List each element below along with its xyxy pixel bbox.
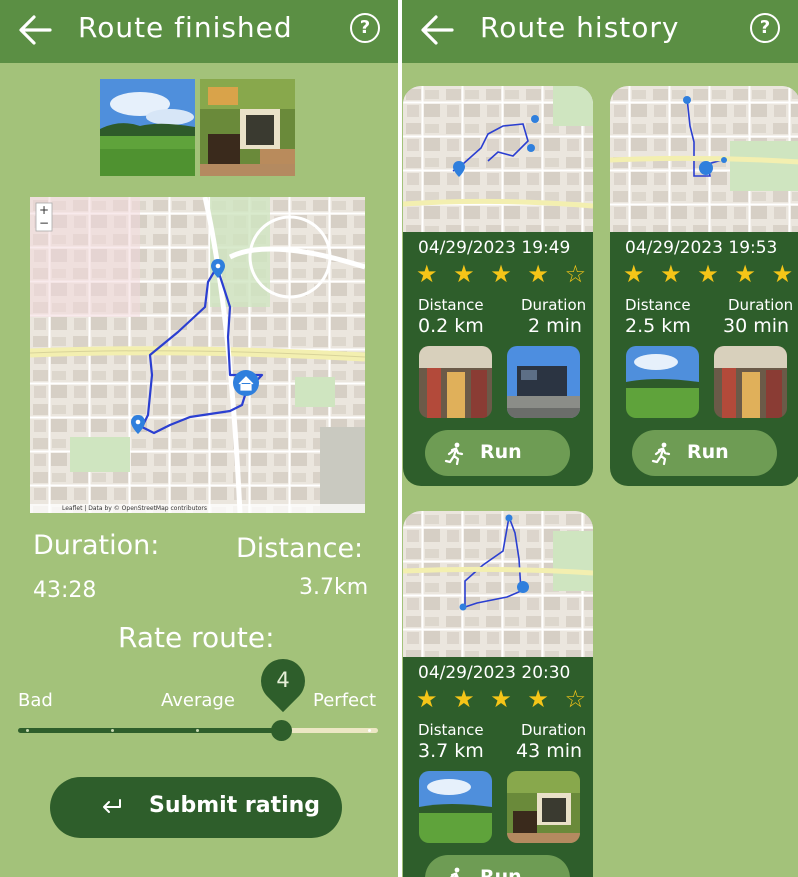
slider-track-active [18,728,282,733]
route-photo-thumbnail[interactable] [507,346,580,418]
slider-tick [196,729,199,732]
rate-route-heading: Rate route: [118,621,275,654]
map-pin-icon [459,603,467,611]
duration-value: 43 min [516,740,583,762]
scale-label-perfect: Perfect [313,690,377,711]
route-date: 04/29/2023 19:53 [625,238,778,258]
distance-value: 3.7km [299,575,369,600]
running-person-icon [449,867,460,877]
distance-value: 2.5 km [625,315,691,337]
duration-label: Duration [521,296,587,314]
slider-thumb[interactable] [271,720,292,741]
duration-value: 43:28 [33,578,97,603]
distance-label: Distance [418,721,484,739]
duration-label: Duration [728,296,794,314]
run-label: Run [687,441,729,463]
duration-label: Duration: [33,530,160,561]
distance-label: Distance [418,296,484,314]
app-bar: Route finished ? [0,0,398,63]
help-icon[interactable]: ? [350,13,380,43]
svg-text:−: − [39,216,49,230]
duration-value: 30 min [723,315,790,337]
route-photo-thumbnail[interactable] [419,346,492,418]
run-label: Run [480,866,522,877]
submit-rating-label: Submit rating [149,793,321,818]
distance-value: 0.2 km [418,315,484,337]
star-rating: ★ ★ ★ ★ ☆ [416,685,591,713]
duration-value: 2 min [528,315,582,337]
back-arrow-icon[interactable] [418,12,458,48]
distance-label: Distance: [236,533,364,564]
home-marker-icon [517,581,529,593]
route-card-map[interactable] [403,511,593,657]
enter-arrow-icon [103,799,121,813]
route-card-map[interactable] [610,86,798,232]
page-title: Route finished [78,11,293,44]
scale-label-bad: Bad [18,690,53,711]
run-button[interactable]: Run [425,855,570,877]
route-photo-thumbnail[interactable] [419,771,492,843]
app-bar: Route history ? [402,0,798,63]
slider-tick [111,729,114,732]
route-finished-screen: Route finished ? + − Leaflet | Data by ©… [0,0,398,877]
run-label: Run [480,441,522,463]
submit-rating-button[interactable]: Submit rating [50,777,342,838]
route-date: 04/29/2023 19:49 [418,238,571,258]
rating-slider[interactable] [18,718,378,744]
slider-value-text: 4 [276,668,290,692]
run-button[interactable]: Run [632,430,777,476]
home-marker-icon [233,370,259,396]
route-card[interactable]: 04/29/2023 19:49 ★ ★ ★ ★ ☆ Distance Dura… [403,86,593,486]
star-rating: ★ ★ ★ ★ ☆ [416,260,591,288]
slider-tick [368,729,371,732]
route-card[interactable]: 04/29/2023 19:53 ★ ★ ★ ★ ★ Distance Dura… [610,86,798,486]
route-photo-thumbnail[interactable] [507,771,580,843]
run-button[interactable]: Run [425,430,570,476]
page-title: Route history [480,11,680,44]
running-person-icon [651,442,671,465]
slider-track-inactive [282,728,378,733]
route-photo-cafe[interactable] [200,79,295,176]
slider-tick [26,729,29,732]
home-marker-icon [699,161,713,175]
star-rating: ★ ★ ★ ★ ★ [623,260,798,288]
help-icon[interactable]: ? [750,13,780,43]
route-photo-field[interactable] [100,79,195,176]
route-history-screen: Route history ? 04/29/2023 19:49 ★ ★ ★ ★… [402,0,798,877]
route-date: 04/29/2023 20:30 [418,663,571,683]
route-photo-thumbnail[interactable] [714,346,787,418]
distance-value: 3.7 km [418,740,484,762]
route-map[interactable]: + − Leaflet | Data by © OpenStreetMap co… [30,197,365,513]
back-arrow-icon[interactable] [16,12,56,48]
route-card-map[interactable] [403,86,593,232]
route-card[interactable]: 04/29/2023 20:30 ★ ★ ★ ★ ☆ Distance Dura… [403,511,593,877]
svg-text:+: + [39,203,49,217]
scale-label-average: Average [161,690,235,711]
distance-label: Distance [625,296,691,314]
route-photo-thumbnail[interactable] [626,346,699,418]
duration-label: Duration [521,721,587,739]
running-person-icon [444,442,464,465]
map-attribution[interactable]: Leaflet | Data by © OpenStreetMap contri… [62,504,207,513]
